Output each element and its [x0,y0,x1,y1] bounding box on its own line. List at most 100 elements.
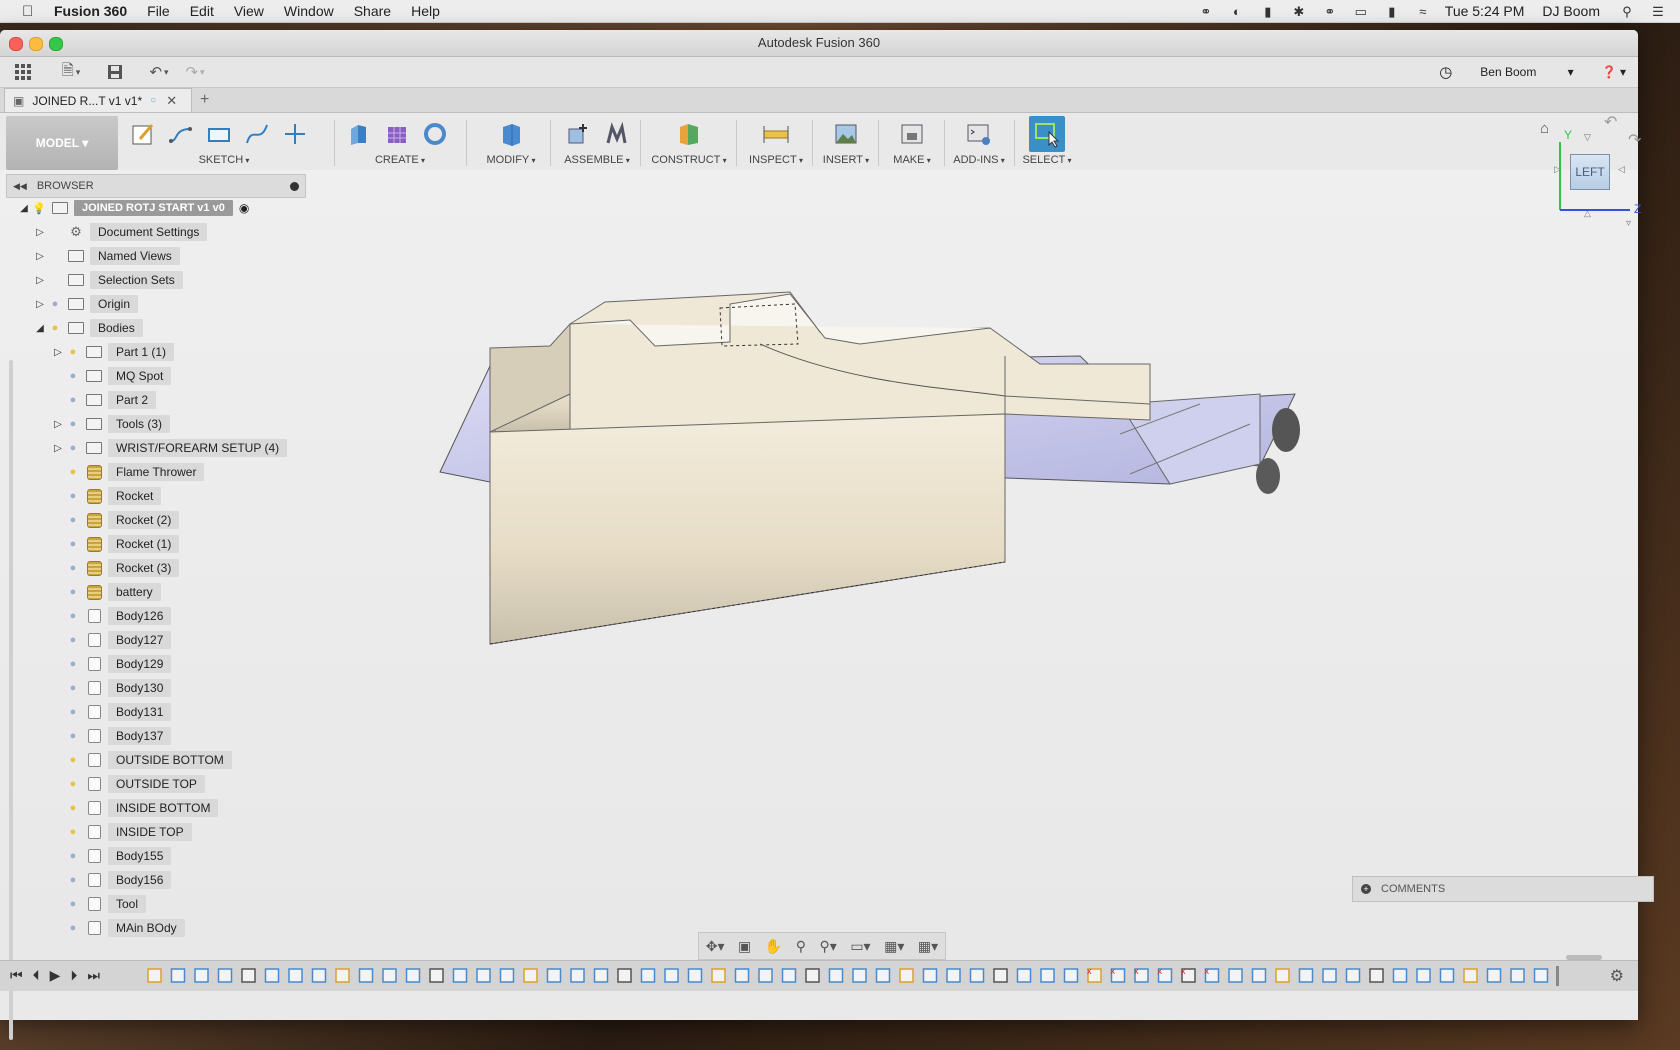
tree-collapsed-arrow-icon[interactable]: ▷ [32,275,48,286]
scripts-addins-icon[interactable] [964,119,994,149]
link-icon[interactable]: ⚭ [1321,4,1339,19]
timeline-feature-icon[interactable] [805,968,820,983]
timeline-feature-icon[interactable]: x [1134,966,1149,983]
notification-list-icon[interactable]: ☰ [1649,4,1667,19]
comments-panel[interactable]: + COMMENTS [1352,876,1654,902]
collapse-browser-icon[interactable]: ◀◀ [13,181,27,192]
browser-tree-item[interactable]: ● Body131 [50,702,172,722]
timeline-feature-icon[interactable] [1016,968,1032,983]
timeline-feature-icon[interactable] [1463,968,1478,983]
point-icon[interactable] [280,119,310,149]
minimize-window-button[interactable] [29,37,43,51]
browser-tree-item[interactable]: ● Rocket [50,486,162,506]
create-sketch-icon[interactable] [128,119,158,149]
pan-icon[interactable]: ✋ [765,938,782,955]
press-pull-icon[interactable] [496,119,526,149]
timeline-feature-icon[interactable] [170,968,186,983]
timeline-feature-icon[interactable] [405,968,421,983]
timeline-feature-icon[interactable] [194,968,209,983]
browser-tree-item[interactable]: ● battery [50,582,161,602]
menu-file[interactable]: File [147,3,170,19]
timeline-feature-icon[interactable] [664,968,679,983]
browser-tree-item[interactable]: ● Body130 [50,678,172,698]
menu-clock[interactable]: Tue 5:24 PM [1445,3,1525,19]
timeline-feature-icon[interactable] [311,968,327,983]
home-view-icon[interactable]: ⌂ [1540,120,1549,137]
timeline-feature-icon[interactable]: x [1087,966,1102,983]
browser-tree-item[interactable]: ▷ Selection Sets [32,270,183,290]
tree-expanded-arrow-icon[interactable]: ◢ [16,203,32,214]
visibility-bulb-icon[interactable]: ● [66,346,80,358]
measure-icon[interactable] [761,119,791,149]
visibility-bulb-icon[interactable]: ● [66,922,80,934]
timeline-feature-icon[interactable] [711,968,726,983]
offset-plane-icon[interactable] [674,119,704,149]
timeline-feature-icon[interactable] [1416,968,1431,983]
timeline-feature-icon[interactable] [288,968,303,983]
menu-window[interactable]: Window [284,3,334,19]
file-menu-icon[interactable]: 🗎 [58,61,84,83]
tree-collapsed-arrow-icon[interactable]: ▷ [50,419,66,430]
save-icon[interactable] [102,61,128,83]
play-icon[interactable]: ▶ [50,967,61,984]
timeline-feature-icon[interactable] [922,968,938,983]
browser-tree-item[interactable]: ● INSIDE BOTTOM [50,798,219,818]
select-menu[interactable]: SELECT [1018,154,1076,166]
visibility-bulb-icon[interactable]: ● [66,778,80,790]
timeline-features[interactable]: xxxxxx [146,966,1576,986]
visibility-bulb-icon[interactable]: ● [48,298,62,310]
timeline-feature-icon[interactable] [570,968,585,983]
timeline-feature-icon[interactable] [1228,968,1243,983]
timeline-feature-icon[interactable] [358,968,374,983]
tree-collapsed-arrow-icon[interactable]: ▷ [50,347,66,358]
visibility-bulb-icon[interactable]: ● [66,850,80,862]
modify-menu[interactable]: MODIFY [476,154,546,166]
assemble-menu[interactable]: ASSEMBLE [554,154,640,166]
timeline-feature-icon[interactable] [875,968,891,983]
creative-cloud-icon[interactable]: ⚭ [1197,4,1215,19]
visibility-bulb-icon[interactable]: 💡 [32,202,46,215]
display-settings-icon[interactable]: ▭▾ [850,938,870,955]
browser-tree-item[interactable]: ◢ ● Bodies [32,318,143,338]
visibility-bulb-icon[interactable]: ● [66,538,80,550]
browser-tree-item[interactable]: ▷ ● Origin [32,294,139,314]
browser-tree-item[interactable]: ● INSIDE TOP [50,822,192,842]
timeline-feature-icon[interactable] [640,968,656,983]
timeline-feature-icon[interactable] [781,968,797,983]
grid-settings-icon[interactable]: ▦▾ [884,938,904,955]
timeline-feature-icon[interactable] [1439,968,1455,983]
go-to-end-icon[interactable]: ⏭ [87,967,100,984]
browser-tree-item[interactable]: ● Rocket (1) [50,534,180,554]
tree-collapsed-arrow-icon[interactable]: ▷ [32,227,48,238]
timeline-settings-gear-icon[interactable]: ⚙ [1610,966,1624,986]
visibility-bulb-icon[interactable]: ● [66,562,80,574]
look-at-icon[interactable]: ▣ [738,938,751,955]
visibility-bulb-icon[interactable]: ● [66,826,80,838]
browser-tree-item[interactable]: ▷ ● Part 1 (1) [50,342,175,362]
browser-tree-item[interactable]: ● Body127 [50,630,172,650]
viewports-icon[interactable]: ▦▾ [918,938,938,955]
browser-tree-item[interactable]: ● Rocket (2) [50,510,180,530]
timeline-feature-icon[interactable] [1063,968,1079,983]
browser-tree-item[interactable]: ● MAin BOdy [50,918,185,938]
go-to-start-icon[interactable]: ⏮ [10,967,23,984]
visibility-bulb-icon[interactable]: ● [66,730,80,742]
visibility-bulb-icon[interactable]: ● [66,442,80,454]
orbit-icon[interactable]: ✥▾ [706,938,725,955]
3d-print-icon[interactable] [897,119,927,149]
new-component-icon[interactable] [563,119,593,149]
step-back-icon[interactable]: ⏴ [33,967,40,984]
close-tab-icon[interactable]: ✕ [166,93,177,109]
visibility-bulb-icon[interactable]: ● [66,490,80,502]
timeline-feature-icon[interactable] [1040,968,1055,983]
undo-icon[interactable]: ↶ [146,61,172,83]
timeline-feature-icon[interactable] [264,968,280,983]
browser-tree-item[interactable]: ▷ ⚙ Document Settings [32,222,208,242]
visibility-bulb-icon[interactable]: ● [48,322,62,334]
audio-meter-icon[interactable]: ▮ [1259,4,1277,19]
timeline-feature-icon[interactable] [969,968,985,983]
browser-root-node[interactable]: ◢ 💡 JOINED ROTJ START v1 v0 ◉ [16,198,249,218]
browser-tree-item[interactable]: ● Body126 [50,606,172,626]
browser-tree-item[interactable]: ▷ ● Tools (3) [50,414,171,434]
timeline-feature-icon[interactable] [946,968,961,983]
